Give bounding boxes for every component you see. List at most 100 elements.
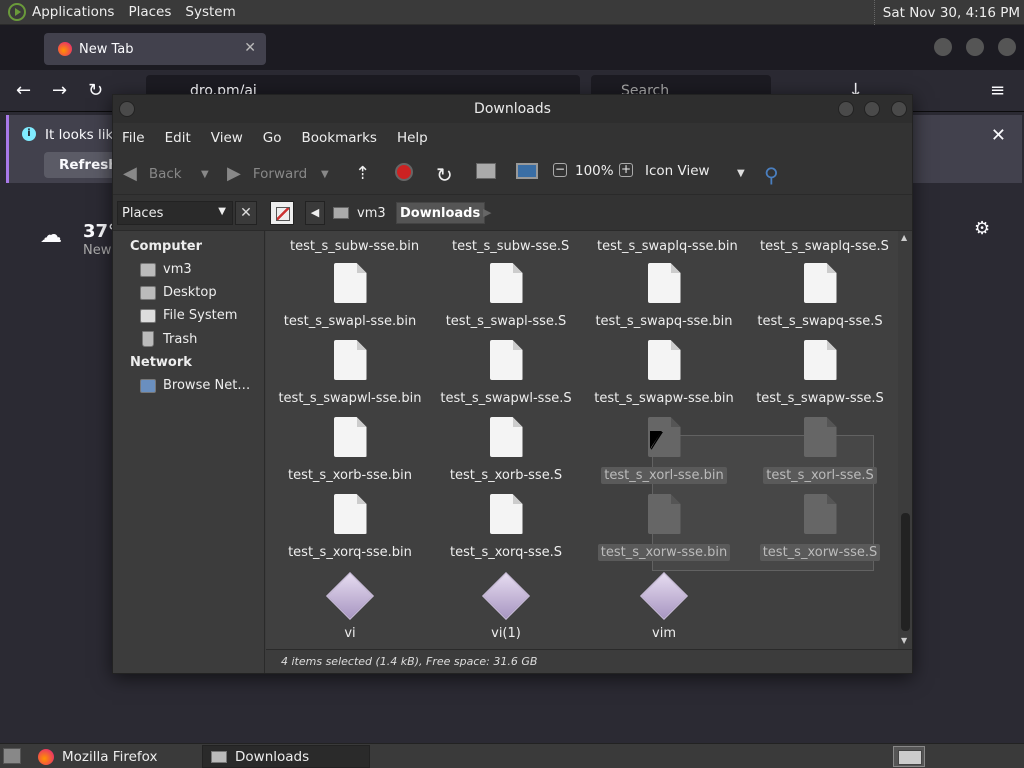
file-item[interactable]: test_s_swapwl-sse.bin [272, 340, 428, 407]
executable-icon [325, 571, 375, 621]
sidebar-item-desktop[interactable]: Desktop [113, 281, 264, 304]
file-item-selected[interactable]: test_s_xorw-sse.bin [586, 494, 742, 561]
places-sidebar: Computer vm3 Desktop File System Trash N… [113, 231, 265, 673]
menu-edit[interactable]: Edit [165, 130, 191, 146]
system-menu[interactable]: System [185, 4, 235, 20]
file-item-selected[interactable]: test_s_xorl-sse.S [742, 417, 898, 484]
taskbar-item-downloads[interactable]: Downloads [202, 745, 370, 768]
scroll-down-icon[interactable]: ▼ [901, 636, 907, 645]
file-item[interactable]: test_s_xorb-sse.S [428, 417, 584, 484]
forward-arrow-icon[interactable]: → [52, 80, 67, 101]
computer-button[interactable] [516, 163, 538, 179]
reload-icon[interactable]: ↻ [88, 80, 103, 101]
back-arrow-icon[interactable]: ← [16, 80, 31, 101]
file-label[interactable]: test_s_swaplq-sse.S [760, 239, 889, 254]
close-sidebar-icon[interactable]: ✕ [235, 201, 257, 225]
back-button[interactable]: ◀ Back [123, 163, 182, 184]
menu-go[interactable]: Go [263, 130, 282, 146]
scrollbar-thumb[interactable] [901, 513, 910, 631]
view-mode-select[interactable]: Icon View [645, 163, 710, 179]
zoom-level[interactable]: 100% [575, 163, 614, 179]
file-item[interactable]: test_s_xorq-sse.bin [272, 494, 428, 561]
menu-view[interactable]: View [211, 130, 243, 146]
sidebar-item-browse-network[interactable]: Browse Net… [113, 374, 264, 397]
firefox-icon [58, 42, 72, 56]
vertical-scrollbar[interactable]: ▲ ▼ [898, 231, 912, 649]
workspace-switcher[interactable] [893, 746, 925, 767]
edit-location-icon[interactable] [270, 201, 294, 225]
title-bar[interactable]: Downloads [113, 95, 912, 123]
tab-new-tab[interactable]: New Tab ✕ [44, 33, 266, 65]
sidebar-item-vm3[interactable]: vm3 [113, 258, 264, 281]
menu-bookmarks[interactable]: Bookmarks [302, 130, 377, 146]
file-label[interactable]: test_s_subw-sse.bin [290, 239, 419, 254]
gear-icon[interactable]: ⚙ [974, 218, 990, 239]
close-button[interactable] [891, 101, 907, 117]
file-item[interactable]: vim [586, 571, 742, 642]
file-item[interactable]: vi(1) [428, 571, 584, 642]
close-button[interactable] [998, 38, 1016, 56]
show-desktop-icon[interactable] [3, 748, 21, 764]
crumb-scroll-left-icon[interactable]: ◀ [305, 201, 325, 225]
maximize-button[interactable] [864, 101, 880, 117]
file-item[interactable]: test_s_xorb-sse.bin [272, 417, 428, 484]
stop-button[interactable] [395, 163, 413, 181]
drive-icon [140, 308, 156, 323]
zoom-in-icon: + [619, 162, 633, 177]
file-item[interactable]: test_s_swapw-sse.bin [586, 340, 742, 407]
file-item[interactable]: test_s_swapl-sse.bin [272, 263, 428, 330]
zoom-out-button[interactable]: − [553, 163, 567, 177]
weather-location: New [83, 243, 112, 258]
file-label[interactable]: test_s_swaplq-sse.bin [597, 239, 738, 254]
minimize-button[interactable] [838, 101, 854, 117]
close-icon[interactable]: ✕ [991, 125, 1006, 146]
zoom-in-button[interactable]: + [619, 163, 633, 177]
sidebar-item-trash[interactable]: Trash [113, 327, 264, 351]
menu-file[interactable]: File [122, 130, 145, 146]
minimize-button[interactable] [934, 38, 952, 56]
breadcrumb-vm3[interactable]: vm3 [333, 201, 386, 225]
home-button[interactable] [476, 163, 496, 179]
sidebar-header-computer: Computer [130, 239, 203, 254]
places-menu[interactable]: Places [128, 4, 171, 20]
menu-bar: File Edit View Go Bookmarks Help [113, 123, 912, 153]
menu-help[interactable]: Help [397, 130, 428, 146]
file-item[interactable]: test_s_swapwl-sse.S [428, 340, 584, 407]
file-item[interactable]: test_s_swapq-sse.bin [586, 263, 742, 330]
file-item[interactable]: test_s_swapq-sse.S [742, 263, 898, 330]
clock[interactable]: Sat Nov 30, 4:16 PM [873, 0, 1024, 25]
forward-button[interactable]: ▶ Forward [227, 163, 307, 184]
scroll-up-icon[interactable]: ▲ [901, 233, 907, 242]
search-icon[interactable]: ⚲ [764, 163, 779, 187]
file-item-selected[interactable]: test_s_xorl-sse.bin [586, 417, 742, 484]
taskbar-item-firefox[interactable]: Mozilla Firefox [30, 745, 198, 768]
tab-close-icon[interactable]: ✕ [244, 40, 256, 56]
forward-history-dropdown[interactable]: ▼ [321, 169, 329, 180]
weather-cloud-icon: ☁ [40, 223, 62, 248]
file-label[interactable]: test_s_subw-sse.S [452, 239, 569, 254]
window-title: Downloads [474, 101, 551, 117]
applications-menu[interactable]: Applications [32, 4, 114, 20]
text-file-icon [489, 340, 523, 380]
mate-logo-icon[interactable] [8, 3, 26, 21]
sidebar-type-select[interactable]: Places ▼ [117, 201, 233, 225]
icon-view[interactable]: test_s_subw-sse.bin test_s_subw-sse.S te… [266, 231, 898, 649]
reload-icon[interactable]: ↻ [436, 163, 453, 187]
text-file-icon [803, 417, 837, 457]
chevron-down-icon[interactable]: ▼ [737, 168, 745, 179]
crumb-scroll-right-icon[interactable]: ▶ [483, 201, 491, 225]
home-folder-icon [333, 207, 349, 219]
tab-title: New Tab [79, 41, 134, 57]
text-file-icon [489, 417, 523, 457]
back-history-dropdown[interactable]: ▼ [201, 169, 209, 180]
sidebar-item-file-system[interactable]: File System [113, 304, 264, 327]
file-item[interactable]: test_s_swapw-sse.S [742, 340, 898, 407]
breadcrumb-downloads[interactable]: Downloads [396, 202, 486, 224]
file-item[interactable]: test_s_swapl-sse.S [428, 263, 584, 330]
file-item[interactable]: test_s_xorq-sse.S [428, 494, 584, 561]
file-item-selected[interactable]: test_s_xorw-sse.S [742, 494, 898, 561]
hamburger-menu-icon[interactable]: ≡ [990, 80, 1005, 101]
up-arrow-icon[interactable]: ⇡ [355, 163, 370, 184]
maximize-button[interactable] [966, 38, 984, 56]
file-item[interactable]: vi [272, 571, 428, 642]
